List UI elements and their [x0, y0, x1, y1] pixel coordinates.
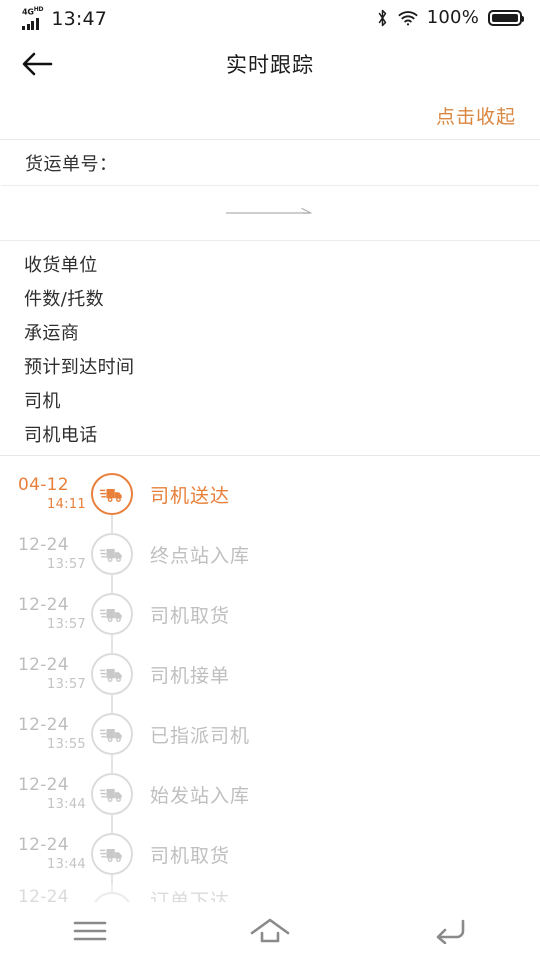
- return-arrow-icon: [436, 919, 465, 944]
- back-button[interactable]: [14, 41, 60, 87]
- timeline-node: [88, 464, 136, 524]
- timeline-date: 12-24: [18, 774, 69, 795]
- timeline-status-circle: [91, 473, 133, 515]
- timeline-status-circle: [91, 833, 133, 875]
- detail-label: 预计到达时间: [24, 357, 135, 378]
- truck-icon: [100, 728, 122, 742]
- timeline-date: 04-12: [18, 474, 69, 495]
- detail-row-quantity: 件数/托数: [0, 281, 540, 315]
- nav-back-button[interactable]: [410, 908, 490, 954]
- timeline-timestamp: 12-24 13:44: [18, 834, 86, 872]
- home-button[interactable]: [230, 908, 310, 954]
- detail-row-consignee: 收货单位: [0, 247, 540, 281]
- waybill-row: 货运单号：: [1, 140, 539, 186]
- timeline-timestamp: 12-24 13:55: [18, 714, 86, 752]
- timeline-node: [88, 704, 136, 764]
- timeline-date: 12-24: [18, 654, 69, 675]
- timeline-label: 司机接单: [150, 664, 231, 687]
- system-nav-bar: [0, 902, 540, 960]
- timeline-date: 12-24: [18, 534, 69, 555]
- timeline-label: 始发站入库: [150, 784, 251, 807]
- detail-row-eta: 预计到达时间: [0, 349, 540, 383]
- detail-label: 司机: [24, 391, 61, 412]
- truck-icon: [100, 848, 122, 862]
- route-arrow-icon: [226, 207, 312, 214]
- timeline-status-circle: [91, 773, 133, 815]
- timeline-time: 13:44: [47, 796, 86, 812]
- home-icon: [250, 918, 290, 943]
- timeline-date: 12-24: [18, 834, 69, 855]
- back-arrow-icon: [22, 52, 53, 76]
- timeline-timestamp: 12-24 13:44: [18, 774, 86, 812]
- status-bar-left: 4GHD 13:47: [22, 6, 107, 30]
- page-title: 实时跟踪: [226, 53, 314, 77]
- timeline-timestamp: 04-12 14:11: [18, 474, 86, 512]
- waybill-label: 货运单号：: [25, 153, 118, 175]
- timeline-time: 13:44: [47, 856, 86, 872]
- timeline-item[interactable]: 04-12 14:11 司机送达: [0, 464, 540, 524]
- detail-label: 司机电话: [24, 425, 98, 446]
- signal-strength-bars: [22, 18, 39, 30]
- timeline-date: 12-24: [18, 714, 69, 735]
- timeline-timestamp: 12-24 13:57: [18, 534, 86, 572]
- status-bar-clock: 13:47: [51, 8, 108, 30]
- timeline-item[interactable]: 12-24 13:57 终点站入库: [0, 524, 540, 584]
- timeline-item[interactable]: 12-24 13:44 司机取货: [0, 824, 540, 884]
- truck-icon: [100, 608, 122, 622]
- timeline-timestamp: 12-24 13:57: [18, 654, 86, 692]
- truck-icon: [100, 668, 122, 682]
- timeline-label: 司机送达: [150, 484, 231, 507]
- app-header: 实时跟踪: [0, 36, 540, 92]
- timeline-node: [88, 824, 136, 884]
- signal-bars-icon: 4GHD: [22, 6, 44, 30]
- collapse-bar: 点击收起: [0, 92, 540, 140]
- timeline-time: 13:57: [47, 676, 86, 692]
- status-bar: 4GHD 13:47 100%: [0, 0, 540, 36]
- battery-percent-label: 100%: [426, 7, 479, 28]
- phone-screen: 4GHD 13:47 100% 实时跟踪 点击收起 货运单号： 收货单位 件数/…: [0, 0, 540, 960]
- timeline-item[interactable]: 12-24 13:57 司机接单: [0, 644, 540, 704]
- detail-row-driver: 司机: [0, 383, 540, 417]
- timeline-status-circle: [91, 713, 133, 755]
- collapse-toggle-button[interactable]: 点击收起: [436, 102, 516, 129]
- route-row: [0, 186, 540, 241]
- detail-row-driver-phone: 司机电话: [0, 417, 540, 451]
- timeline-time: 14:11: [47, 496, 86, 512]
- menu-icon: [73, 921, 107, 941]
- detail-row-carrier: 承运商: [0, 315, 540, 349]
- timeline-label: 已指派司机: [150, 724, 251, 747]
- timeline-item[interactable]: 12-24 13:55 已指派司机: [0, 704, 540, 764]
- timeline-label: 司机取货: [150, 604, 231, 627]
- shipment-detail-list: 收货单位 件数/托数 承运商 预计到达时间 司机 司机电话: [0, 241, 540, 456]
- tracking-timeline: 04-12 14:11 司机送达 12-24 13:57 终点站入库 12-24…: [0, 456, 540, 960]
- timeline-status-circle: [91, 593, 133, 635]
- timeline-timestamp: 12-24 13:57: [18, 594, 86, 632]
- bluetooth-icon: [378, 9, 386, 27]
- detail-label: 件数/托数: [24, 289, 105, 310]
- timeline-status-circle: [91, 533, 133, 575]
- timeline-node: [88, 584, 136, 644]
- network-type-label: 4GHD: [22, 6, 44, 17]
- timeline-item[interactable]: 12-24 13:44 始发站入库: [0, 764, 540, 824]
- truck-icon: [100, 488, 122, 502]
- timeline-node: [88, 764, 136, 824]
- timeline-item[interactable]: 12-24 13:57 司机取货: [0, 584, 540, 644]
- truck-icon: [100, 548, 122, 562]
- recents-button[interactable]: [50, 908, 130, 954]
- wifi-icon: [398, 11, 418, 26]
- battery-icon: [488, 10, 524, 26]
- timeline-status-circle: [91, 653, 133, 695]
- detail-label: 承运商: [24, 323, 80, 344]
- timeline-node: [88, 524, 136, 584]
- timeline-node: [88, 644, 136, 704]
- timeline-date: 12-24: [18, 594, 69, 615]
- truck-icon: [100, 788, 122, 802]
- timeline-time: 13:57: [47, 556, 86, 572]
- timeline-label: 司机取货: [150, 844, 231, 867]
- timeline-time: 13:57: [47, 616, 86, 632]
- timeline-time: 13:55: [47, 736, 86, 752]
- status-bar-right: 100%: [376, 7, 524, 28]
- detail-label: 收货单位: [24, 255, 98, 276]
- timeline-label: 终点站入库: [150, 544, 251, 567]
